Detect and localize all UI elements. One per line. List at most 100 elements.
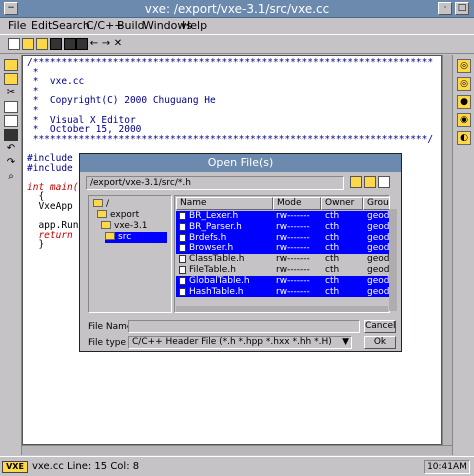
folder-icon xyxy=(105,232,115,240)
file-owner: cth xyxy=(325,221,340,232)
folder-up-icon[interactable] xyxy=(350,176,362,188)
folder-home-icon[interactable] xyxy=(364,176,376,188)
file-owner: cth xyxy=(325,232,340,243)
file-list-horizontal-scrollbar[interactable] xyxy=(176,306,388,312)
paste-icon[interactable] xyxy=(4,115,18,127)
path-input[interactable]: /export/vxe-3.1/src/*.h xyxy=(86,176,344,190)
file-mode: rw------- xyxy=(276,243,310,254)
clock: 10:41AM xyxy=(424,460,470,474)
column-header-group[interactable]: Grou xyxy=(363,197,389,210)
dir-item[interactable]: export xyxy=(97,210,139,221)
file-name: Browser.h xyxy=(189,243,234,254)
save-as-icon[interactable] xyxy=(76,38,88,50)
menubar: File Edit Search C/C++ Build Windows Hel… xyxy=(0,18,474,34)
menu-edit[interactable]: Edit xyxy=(31,19,52,32)
folder-icon xyxy=(101,221,111,229)
file-icon xyxy=(179,255,186,264)
cancel-button[interactable]: Cancel xyxy=(364,320,396,333)
folder-icon[interactable] xyxy=(4,73,18,85)
file-type-value: C/C++ Header File (*.h *.hpp *.hxx *.hh … xyxy=(132,337,332,347)
dir-item-selected[interactable]: src xyxy=(105,232,167,243)
file-mode: rw------- xyxy=(276,286,310,297)
save-icon[interactable] xyxy=(4,129,18,141)
open-folder-icon[interactable] xyxy=(22,38,34,50)
new-folder-icon[interactable] xyxy=(378,176,390,188)
file-row[interactable]: Brdefs.h rw------- cth geod xyxy=(176,232,389,244)
file-owner: cth xyxy=(325,275,340,286)
file-group: geod xyxy=(367,243,390,254)
file-icon xyxy=(179,287,186,296)
file-name-label: File Name xyxy=(88,322,133,332)
tool-icon[interactable]: ◉ xyxy=(457,113,471,127)
file-row[interactable]: GlobalTable.h rw------- cth geod xyxy=(176,275,389,287)
vxe-logo: VXE xyxy=(2,461,28,473)
file-row[interactable]: FileTable.h rw------- cth geod xyxy=(176,265,390,276)
file-mode: rw------- xyxy=(276,211,310,221)
column-header-mode[interactable]: Mode xyxy=(273,197,321,210)
file-row[interactable]: BR_Lexer.h rw------- cth geod xyxy=(176,211,389,222)
folder-icon xyxy=(93,199,103,207)
column-header-name[interactable]: Name xyxy=(176,197,273,210)
copy-icon[interactable] xyxy=(4,101,18,113)
code-line: /***************************************… xyxy=(27,57,434,68)
save-all-icon[interactable] xyxy=(64,38,76,50)
right-toolbar: ◎ ◎ ● ◉ ◐ xyxy=(452,55,474,455)
dir-item[interactable]: vxe-3.1 xyxy=(101,221,147,232)
tool-icon[interactable]: ◐ xyxy=(457,131,471,145)
file-icon xyxy=(179,244,186,253)
tool-icon[interactable]: ◎ xyxy=(457,77,471,91)
file-group: geod xyxy=(367,254,390,265)
file-name-input[interactable] xyxy=(128,320,360,333)
redo-icon[interactable]: ↷ xyxy=(4,157,18,169)
menu-search[interactable]: Search xyxy=(52,19,90,32)
open-folder-2-icon[interactable] xyxy=(36,38,48,50)
ok-button[interactable]: Ok xyxy=(364,336,396,349)
save-icon[interactable] xyxy=(50,38,62,50)
menu-build[interactable]: Build xyxy=(117,19,145,32)
file-row[interactable]: BR_Parser.h rw------- cth geod xyxy=(176,221,389,233)
close-x-icon[interactable]: ✕ xyxy=(112,38,124,50)
back-arrow-icon[interactable]: ← xyxy=(88,38,100,50)
menu-help[interactable]: Help xyxy=(182,19,207,32)
cursor-position: vxe.cc Line: 15 Col: 8 xyxy=(32,461,140,472)
dir-item[interactable]: / xyxy=(93,199,109,210)
editor-vertical-scrollbar[interactable] xyxy=(442,55,452,445)
file-list[interactable]: Name Mode Owner Grou BR_Lexer.h rw-------… xyxy=(174,195,390,313)
statusbar: VXE vxe.cc Line: 15 Col: 8 10:41AM xyxy=(0,456,474,476)
forward-arrow-icon[interactable]: → xyxy=(100,38,112,50)
directory-tree[interactable]: / export vxe-3.1 src xyxy=(88,195,172,313)
file-name: GlobalTable.h xyxy=(189,275,250,286)
open-file-dialog: Open File(s) /export/vxe-3.1/src/*.h / e… xyxy=(79,153,402,352)
toolbar: ← → ✕ xyxy=(0,34,474,54)
search-icon[interactable]: ⌕ xyxy=(4,171,18,183)
file-row[interactable]: Browser.h rw------- cth geod xyxy=(176,243,390,255)
file-icon xyxy=(179,266,186,274)
tool-icon[interactable]: ◎ xyxy=(457,59,471,73)
cut-icon[interactable]: ✂ xyxy=(4,87,18,99)
code-line: } xyxy=(27,239,45,251)
window-titlebar[interactable]: − vxe: /export/vxe-3.1/src/vxe.cc · □ xyxy=(0,0,474,18)
file-mode: rw------- xyxy=(276,221,310,232)
new-file-icon[interactable] xyxy=(8,38,20,50)
file-group: geod xyxy=(367,265,390,275)
file-mode: rw------- xyxy=(276,254,310,265)
folder-icon[interactable] xyxy=(4,59,18,71)
file-row[interactable]: ClassTable.h rw------- cth geod xyxy=(176,254,390,265)
undo-icon[interactable]: ↶ xyxy=(4,143,18,155)
dialog-title[interactable]: Open File(s) xyxy=(80,154,401,172)
maximize-button[interactable]: □ xyxy=(455,2,469,15)
file-list-vertical-scrollbar[interactable] xyxy=(389,209,397,311)
file-owner: cth xyxy=(325,254,340,265)
menu-file[interactable]: File xyxy=(8,19,26,32)
editor-horizontal-scrollbar[interactable] xyxy=(22,445,452,455)
file-row[interactable]: HashTable.h rw------- cth geod xyxy=(176,286,389,298)
file-name: HashTable.h xyxy=(189,286,244,297)
minimize-button[interactable]: · xyxy=(438,2,452,15)
file-type-select[interactable]: C/C++ Header File (*.h *.hpp *.hxx *.hh … xyxy=(128,336,352,349)
tool-icon[interactable]: ● xyxy=(457,95,471,109)
dropdown-arrow-icon: ▼ xyxy=(342,337,349,347)
code-line: VxeApp xyxy=(27,200,73,212)
file-name: ClassTable.h xyxy=(189,254,245,265)
file-owner: cth xyxy=(325,211,340,221)
column-header-owner[interactable]: Owner xyxy=(321,197,363,210)
